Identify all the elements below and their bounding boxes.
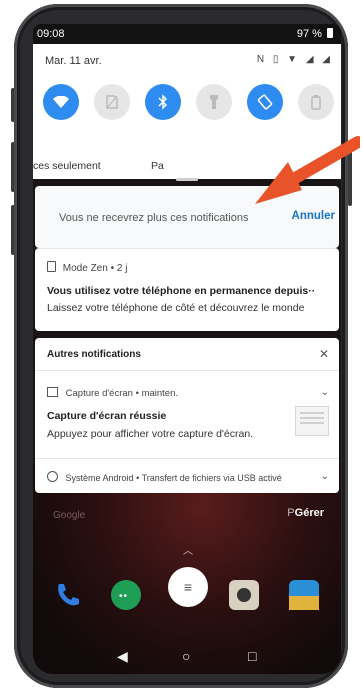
screenshot-expand-icon[interactable]: ⌄: [321, 387, 329, 398]
auto-rotate-tile[interactable]: [247, 84, 283, 120]
navigation-bar: ◀ ○ □: [33, 644, 341, 674]
wifi-icon: [53, 96, 69, 108]
zen-header: Mode Zen • 2 j: [47, 261, 127, 274]
zen-mode-notification[interactable]: Mode Zen • 2 j Vous utilisez votre télép…: [35, 248, 339, 331]
gallery-app-icon[interactable]: [289, 580, 319, 610]
battery-saver-tile[interactable]: [298, 84, 334, 120]
status-battery: 97 %: [297, 28, 333, 40]
qs-label-2: Pa: [151, 160, 164, 172]
zen-time: 2 j: [116, 263, 128, 274]
sim-icon: [106, 95, 118, 109]
phone-app-icon[interactable]: [53, 580, 83, 610]
battery-icon: [327, 28, 333, 38]
qs-label-1: ces seulement: [33, 160, 101, 172]
qs-system-icons: N ▯ ▼ ◢ ◢: [257, 54, 333, 65]
annotation-arrow: [255, 136, 360, 204]
chat-icon: ••: [119, 591, 129, 602]
bluetooth-icon: [158, 94, 168, 110]
signal-icon: ◢: [305, 54, 317, 65]
sim-tile[interactable]: [94, 84, 130, 120]
zen-app-icon: [47, 261, 56, 272]
screenshot-header: Capture d'écran • mainten.: [47, 387, 178, 399]
bluetooth-tile[interactable]: [145, 84, 181, 120]
phone-icon: [58, 584, 79, 606]
screenshot-body: Appuyez pour afficher votre capture d'éc…: [47, 428, 254, 440]
image-icon: [47, 387, 58, 397]
manage-label: Gérer: [294, 507, 324, 519]
manage-button[interactable]: PGérer: [287, 507, 324, 519]
other-notifications-header: Autres notifications: [47, 349, 141, 360]
divider: [35, 458, 339, 459]
flashlight-tile[interactable]: [196, 84, 232, 120]
zen-app-name: Mode Zen: [62, 263, 108, 274]
phone-screen: 09:08 97 % Mar. 11 avr. N ▯ ▼ ◢ ◢ ces se…: [33, 24, 341, 674]
qs-date: Mar. 11 avr.: [45, 55, 102, 67]
close-icon[interactable]: ✕: [319, 347, 329, 361]
battery-text: 97 %: [296, 28, 322, 40]
camera-app-icon[interactable]: [229, 580, 259, 610]
divider: [35, 370, 339, 371]
other-notifications-group: Autres notifications ✕ Capture d'écran •…: [35, 338, 339, 493]
vibrate-icon: ▯: [272, 54, 282, 65]
screenshot-thumbnail[interactable]: [295, 406, 329, 436]
gallery-icon: [289, 596, 319, 610]
battery-saver-icon: [311, 95, 321, 110]
screenshot-time: mainten.: [141, 388, 178, 399]
zen-title: Vous utilisez votre téléphone en permane…: [47, 285, 316, 297]
p-label: P: [287, 507, 295, 519]
wifi-status-icon: ▼: [287, 54, 301, 65]
status-bar: 09:08 97 %: [33, 24, 341, 44]
status-time: 09:08: [37, 28, 65, 40]
chevron-up-icon[interactable]: ︿: [183, 542, 193, 557]
android-system-notification[interactable]: Système Android • Transfert de fichiers …: [47, 471, 282, 483]
android-icon: [47, 471, 58, 482]
qs-drag-handle[interactable]: [176, 178, 198, 181]
home-icon[interactable]: ○: [182, 648, 190, 664]
hangouts-app-icon[interactable]: ••: [111, 580, 141, 610]
screenshot-app-name: Capture d'écran: [65, 388, 133, 399]
nfc-icon: N: [256, 54, 268, 65]
rotate-icon: [257, 94, 273, 110]
back-icon[interactable]: ◀: [117, 648, 128, 665]
signal2-icon: ◢: [322, 54, 333, 65]
app-drawer-button[interactable]: ≡: [168, 567, 208, 607]
system-expand-icon[interactable]: ⌄: [321, 471, 329, 482]
system-text: Transfert de fichiers via USB activé: [141, 473, 282, 483]
camera-icon: [237, 588, 251, 602]
thumbnail-line: [300, 422, 324, 424]
thumbnail-line: [300, 417, 324, 419]
google-label: Google: [53, 510, 86, 521]
thumbnail-line: [300, 412, 324, 414]
flashlight-icon: [210, 95, 218, 109]
recents-icon[interactable]: □: [248, 648, 256, 664]
muted-message: Vous ne recevrez plus ces notifications: [59, 212, 249, 224]
screenshot-title: Capture d'écran réussie: [47, 410, 167, 422]
system-app-name: Système Android: [65, 473, 134, 483]
menu-lines-icon: ≡: [183, 579, 193, 595]
wifi-tile[interactable]: [43, 84, 79, 120]
zen-body: Laissez votre téléphone de côté et décou…: [47, 302, 305, 314]
